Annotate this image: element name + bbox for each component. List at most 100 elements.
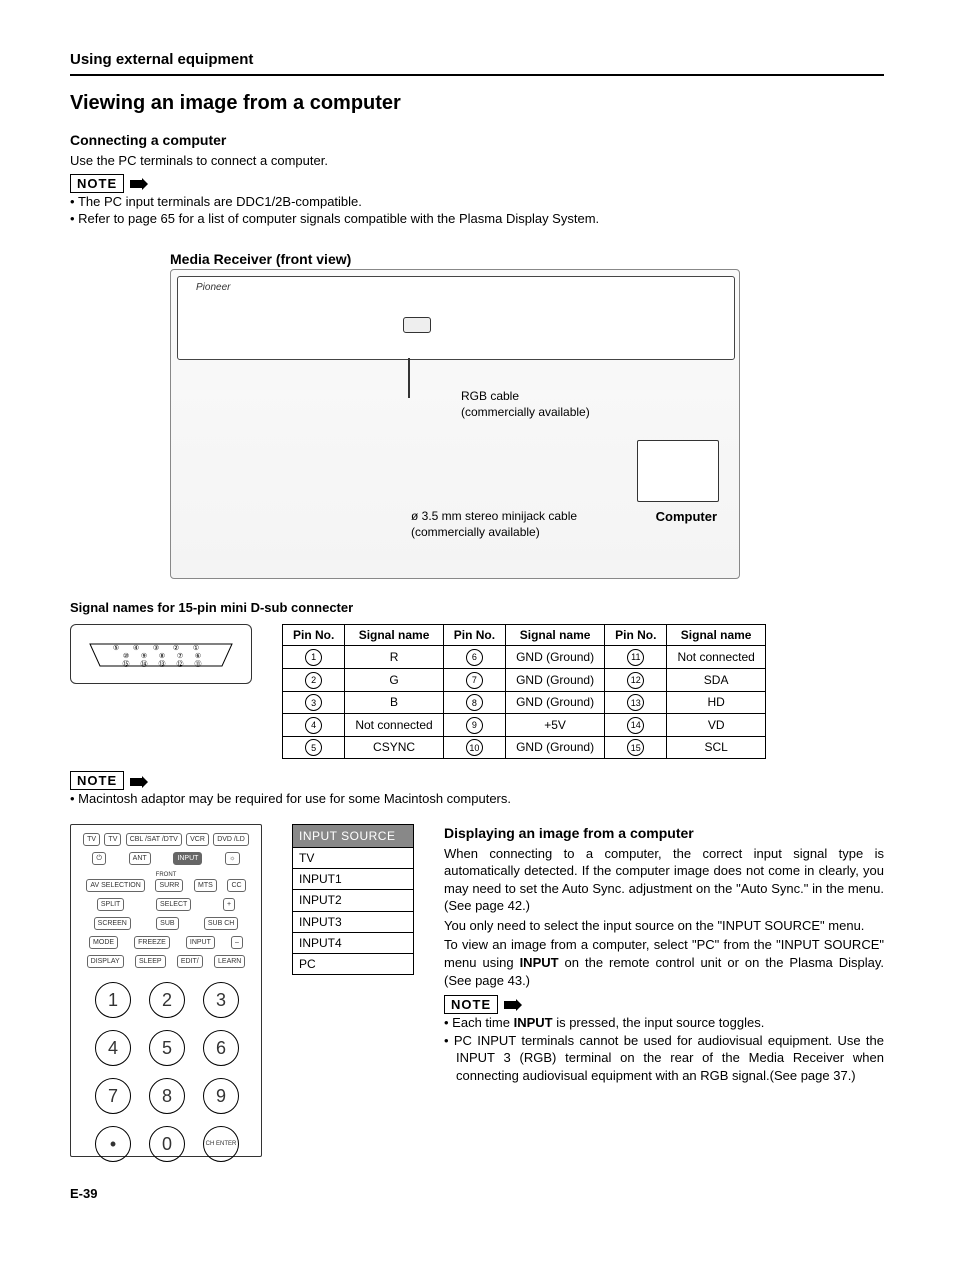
note-item: Macintosh adaptor may be required for us…	[70, 790, 884, 808]
connecting-heading: Connecting a computer	[70, 131, 884, 150]
remote-numpad-button: 0	[149, 1126, 185, 1162]
pin-no: 13	[605, 691, 667, 714]
note-item: Each time INPUT is pressed, the input so…	[444, 1014, 884, 1032]
page-number: E-39	[70, 1185, 884, 1203]
signal-heading: Signal names for 15-pin mini D-sub conne…	[70, 599, 884, 617]
remote-button: INPUT	[186, 936, 215, 949]
pin-header: Pin No.	[443, 625, 505, 646]
remote-button: MTS	[194, 879, 217, 892]
pin-no: 7	[443, 668, 505, 691]
remote-button: –	[231, 936, 243, 949]
connector-diagram: ⑤④③②① ⑩⑨⑧⑦⑥ ⑮⑭⑬⑫⑪	[70, 624, 252, 684]
input-source-item: PC	[293, 953, 413, 974]
pin-header: Signal name	[667, 625, 765, 646]
signal-name: GND (Ground)	[506, 691, 605, 714]
pin-no: 15	[605, 736, 667, 759]
remote-button: SCREEN	[94, 917, 131, 930]
remote-numpad-button: 7	[95, 1078, 131, 1114]
receiver-box: Pioneer	[177, 276, 735, 360]
svg-text:⑤: ⑤	[113, 644, 119, 652]
svg-text:⑪: ⑪	[195, 660, 202, 668]
note-label: NOTE	[444, 995, 498, 1014]
signal-name: Not connected	[345, 714, 443, 737]
remote-button: ANT	[129, 852, 151, 865]
note-item: PC INPUT terminals cannot be used for au…	[444, 1032, 884, 1085]
arrow-icon	[130, 772, 148, 790]
rgb-cable-label: RGB cable	[461, 389, 519, 403]
minijack-label: ø 3.5 mm stereo minijack cable	[411, 509, 577, 523]
svg-text:⑧: ⑧	[159, 652, 165, 660]
remote-numpad-button: 9	[203, 1078, 239, 1114]
signal-name: +5V	[506, 714, 605, 737]
input-source-item: INPUT1	[293, 868, 413, 889]
signal-name: GND (Ground)	[506, 736, 605, 759]
svg-text:⑩: ⑩	[123, 652, 129, 660]
svg-text:④: ④	[133, 644, 139, 652]
input-source-item: INPUT2	[293, 889, 413, 910]
remote-button: SUB	[156, 917, 178, 930]
svg-text:③: ③	[153, 644, 159, 652]
remote-button: TV	[104, 833, 121, 846]
svg-text:②: ②	[173, 644, 179, 652]
remote-button: LEARN	[214, 955, 245, 968]
pin-header: Signal name	[506, 625, 605, 646]
svg-text:⑬: ⑬	[159, 660, 166, 668]
signal-name: HD	[667, 691, 765, 714]
input-source-item: TV	[293, 847, 413, 868]
svg-text:⑥: ⑥	[195, 652, 201, 660]
signal-name: VD	[667, 714, 765, 737]
remote-button: DISPLAY	[87, 955, 124, 968]
table-row: 5CSYNC10GND (Ground)15SCL	[283, 736, 766, 759]
input-source-menu: INPUT SOURCE TVINPUT1INPUT2INPUT3INPUT4P…	[292, 824, 414, 975]
remote-button: SELECT	[156, 898, 191, 911]
media-heading: Media Receiver (front view)	[170, 250, 884, 269]
displaying-heading: Displaying an image from a computer	[444, 824, 884, 843]
pin-header: Pin No.	[605, 625, 667, 646]
remote-button: SLEEP	[135, 955, 166, 968]
pin-no: 3	[283, 691, 345, 714]
note-label: NOTE	[70, 771, 124, 790]
diagram: Pioneer RGB cable (commercially availabl…	[170, 269, 740, 579]
remote-button: CBL /SAT /DTV	[126, 833, 182, 846]
note-label: NOTE	[70, 174, 124, 193]
arrow-icon	[130, 174, 148, 192]
pin-header: Signal name	[345, 625, 443, 646]
pin-no: 8	[443, 691, 505, 714]
table-row: 4Not connected9+5V14VD	[283, 714, 766, 737]
table-row: 3B8GND (Ground)13HD	[283, 691, 766, 714]
page-title: Viewing an image from a computer	[70, 90, 884, 117]
note-item: Refer to page 65 for a list of computer …	[70, 210, 884, 228]
computer-label: Computer	[656, 508, 717, 526]
svg-text:⑭: ⑭	[141, 660, 148, 668]
signal-name: SDA	[667, 668, 765, 691]
minijack-sub: (commercially available)	[411, 525, 540, 539]
pin-no: 5	[283, 736, 345, 759]
displaying-p1: When connecting to a computer, the corre…	[444, 845, 884, 915]
arrow-icon	[504, 996, 522, 1014]
remote-control: TVTVCBL /SAT /DTVVCRDVD /LD⏻ANTINPUT☼FRO…	[70, 824, 262, 1157]
note-list: The PC input terminals are DDC1/2B-compa…	[70, 193, 884, 228]
remote-button: SPLIT	[97, 898, 124, 911]
remote-button: CC	[227, 879, 245, 892]
remote-button: ☼	[225, 852, 239, 865]
remote-button: AV SELECTION	[86, 879, 144, 892]
remote-button: +	[223, 898, 235, 911]
note-item: The PC input terminals are DDC1/2B-compa…	[70, 193, 884, 211]
pin-no: 4	[283, 714, 345, 737]
signal-name: B	[345, 691, 443, 714]
pin-no: 10	[443, 736, 505, 759]
remote-numpad-button: 4	[95, 1030, 131, 1066]
pin-table: Pin No.Signal namePin No.Signal namePin …	[282, 624, 766, 759]
remote-numpad-button: 8	[149, 1078, 185, 1114]
pin-no: 2	[283, 668, 345, 691]
pin-no: 9	[443, 714, 505, 737]
cable-line	[408, 358, 410, 398]
remote-numpad-button: 2	[149, 982, 185, 1018]
displaying-p2: You only need to select the input source…	[444, 917, 884, 935]
remote-button: FREEZE	[134, 936, 170, 949]
table-row: 2G7GND (Ground)12SDA	[283, 668, 766, 691]
computer-icon	[637, 440, 719, 502]
pin-no: 6	[443, 646, 505, 669]
remote-numpad-button: 5	[149, 1030, 185, 1066]
svg-text:⑮: ⑮	[123, 660, 130, 668]
